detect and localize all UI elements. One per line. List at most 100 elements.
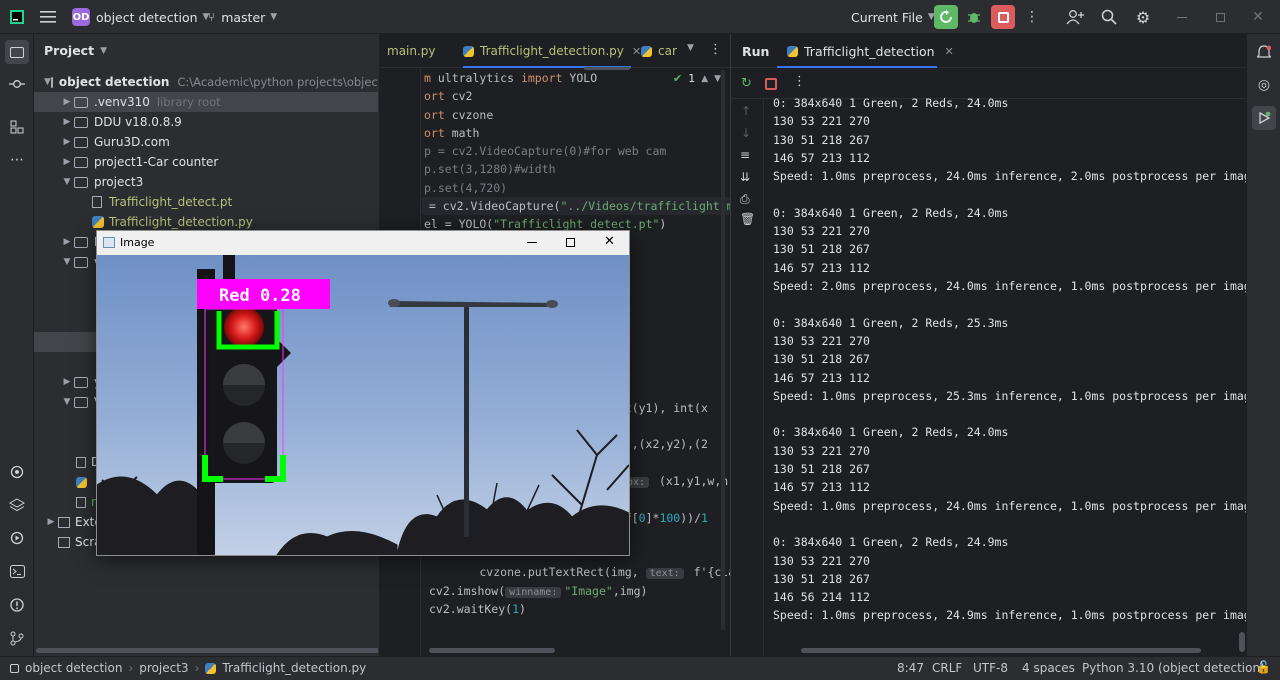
tabs-dropdown-icon[interactable]: ▼: [687, 43, 694, 53]
layers-icon[interactable]: [7, 495, 27, 515]
run-tab[interactable]: Trafficlight_detection ✕: [787, 44, 954, 59]
minimize-window-icon[interactable]: [1172, 7, 1192, 27]
folder-icon: [74, 176, 88, 188]
horizontal-scrollbar[interactable]: [36, 648, 390, 653]
maximize-window-icon[interactable]: [566, 238, 575, 247]
tree-item-pt-file[interactable]: Trafficlight_detect.pt: [34, 192, 378, 212]
stop-button[interactable]: [991, 5, 1015, 29]
stop-icon[interactable]: [765, 78, 777, 90]
main-menu-icon[interactable]: [38, 7, 58, 27]
problems-icon[interactable]: [7, 595, 27, 615]
more-actions-icon[interactable]: ⋮: [709, 42, 722, 57]
breadcrumb-item[interactable]: object detection: [25, 661, 122, 675]
console-line: 0: 384x640 1 Green, 2 Reds, 25.3ms: [773, 315, 1009, 330]
rerun-button[interactable]: [934, 5, 958, 29]
image-window-titlebar[interactable]: Image ✕: [97, 231, 629, 255]
tree-item-label: Trafficlight_detect.pt: [109, 195, 233, 209]
bug-icon: [968, 13, 980, 23]
breadcrumb-item[interactable]: Trafficlight_detection.py: [222, 661, 366, 675]
breadcrumb-item[interactable]: project3: [139, 661, 188, 675]
scroll-down-icon[interactable]: ↓: [741, 126, 751, 140]
console-line: 146 57 213 112: [773, 370, 870, 385]
rerun-icon: [940, 10, 952, 23]
console-line: 130 51 218 267: [773, 132, 870, 147]
search-icon[interactable]: [1099, 7, 1119, 27]
console-line: 0: 384x640 1 Green, 2 Reds, 24.9ms: [773, 535, 1009, 550]
branch-switcher[interactable]: ⑂ master ▼: [208, 0, 277, 34]
horizontal-scrollbar[interactable]: [429, 648, 555, 653]
vertical-scrollbar[interactable]: [721, 70, 725, 630]
project-panel-header[interactable]: Project ▼: [44, 43, 107, 58]
terminal-icon[interactable]: [7, 561, 27, 581]
settings-gear-icon[interactable]: ⚙: [1133, 7, 1153, 27]
python-packages-icon[interactable]: [7, 462, 27, 482]
run-tool-icon[interactable]: [1252, 106, 1276, 130]
tab-main-py[interactable]: main.py: [387, 44, 436, 58]
image-window[interactable]: Image ✕ Red 0.28: [96, 230, 630, 556]
rerun-icon[interactable]: ↻: [741, 76, 752, 91]
ai-assistant-icon[interactable]: ◎: [1254, 75, 1274, 95]
window-app-icon: [103, 237, 115, 248]
param-hint-winname: winname:: [505, 587, 562, 598]
debug-button[interactable]: [964, 7, 984, 27]
print-icon[interactable]: ⎙: [740, 192, 750, 207]
console-line: Speed: 2.0ms preprocess, 24.0ms inferenc…: [773, 279, 1258, 293]
restore-window-icon[interactable]: [1210, 7, 1230, 27]
tab-trafficlight-detection[interactable]: Trafficlight_detection.py ✕: [463, 44, 641, 58]
tree-item-venv[interactable]: ▶ .venv310 library root: [34, 92, 378, 112]
console-line: Speed: 1.0ms preprocess, 24.9ms inferenc…: [773, 608, 1258, 623]
project-switcher[interactable]: OD object detection ▼: [72, 0, 209, 34]
console-gutter-divider: [763, 98, 764, 656]
stop-icon: [997, 11, 1009, 23]
close-tab-icon[interactable]: ✕: [945, 45, 954, 58]
tree-item-label: project1-Car counter: [94, 155, 219, 169]
inspection-widget[interactable]: ✔ 1 ▲ ▼: [673, 72, 721, 85]
breadcrumb-separator-icon: ›: [128, 661, 134, 675]
tree-item-root[interactable]: ▼ object detection C:\Academic\python pr…: [34, 72, 400, 92]
project-folder-icon[interactable]: [5, 40, 29, 64]
tree-item-py-file[interactable]: Trafficlight_detection.py: [34, 212, 378, 232]
console-line: Speed: 1.0ms preprocess, 25.3ms inferenc…: [773, 388, 1258, 403]
close-window-icon[interactable]: ✕: [604, 234, 615, 249]
code-line: m ultralytics import YOLO: [424, 71, 598, 85]
soft-wrap-icon[interactable]: ≡: [740, 148, 750, 162]
structure-icon[interactable]: [7, 117, 27, 137]
more-actions-icon[interactable]: ⋮: [793, 74, 806, 89]
more-tools-icon[interactable]: ⋯: [7, 150, 27, 170]
library-icon: [58, 516, 70, 528]
camera-frame: Red 0.28: [97, 255, 629, 555]
folder-icon: [74, 96, 88, 108]
tree-item-ddu[interactable]: ▶ DDU v18.0.8.9: [34, 112, 378, 132]
file-icon: [76, 496, 86, 508]
tree-item-guru3d[interactable]: ▶ Guru3D.com: [34, 132, 378, 152]
notifications-bell-icon[interactable]: [1254, 42, 1274, 62]
project-name: object detection: [96, 9, 198, 25]
python-interpreter[interactable]: Python 3.10 (object detection): [1082, 661, 1265, 675]
minimize-window-icon[interactable]: [527, 242, 537, 243]
chevron-right-icon: ▶: [63, 117, 71, 127]
scroll-up-icon[interactable]: ↑: [741, 104, 751, 118]
caret-position[interactable]: 8:47: [897, 661, 924, 675]
lock-icon[interactable]: 🔓: [1256, 660, 1271, 674]
tree-item-project3[interactable]: ▼ project3: [34, 172, 378, 192]
code-line: ort math: [424, 126, 480, 140]
add-user-icon[interactable]: [1065, 7, 1085, 27]
close-tab-icon[interactable]: ✕: [632, 45, 641, 58]
indent-setting[interactable]: 4 spaces: [1022, 661, 1075, 675]
services-icon[interactable]: [7, 528, 27, 548]
pycharm-logo-icon[interactable]: [8, 8, 26, 26]
trash-icon[interactable]: 🗑: [740, 212, 755, 226]
file-encoding[interactable]: UTF-8: [973, 661, 1008, 675]
code-line: cv2.imshow(winname: "Image",img): [429, 584, 648, 598]
scroll-to-end-icon[interactable]: ⇊: [740, 170, 750, 184]
line-separator[interactable]: CRLF: [932, 661, 962, 675]
commit-icon[interactable]: [7, 74, 27, 94]
vertical-scrollbar[interactable]: [1239, 632, 1245, 652]
more-actions-icon[interactable]: ⋮: [1024, 7, 1040, 27]
horizontal-scrollbar[interactable]: [801, 648, 1201, 653]
tree-item-project1[interactable]: ▶ project1-Car counter: [34, 152, 378, 172]
close-window-icon[interactable]: ✕: [1248, 7, 1268, 27]
run-config-selector[interactable]: Current File ▼: [851, 0, 935, 34]
tab-car[interactable]: car: [641, 44, 677, 58]
git-icon[interactable]: [7, 628, 27, 648]
